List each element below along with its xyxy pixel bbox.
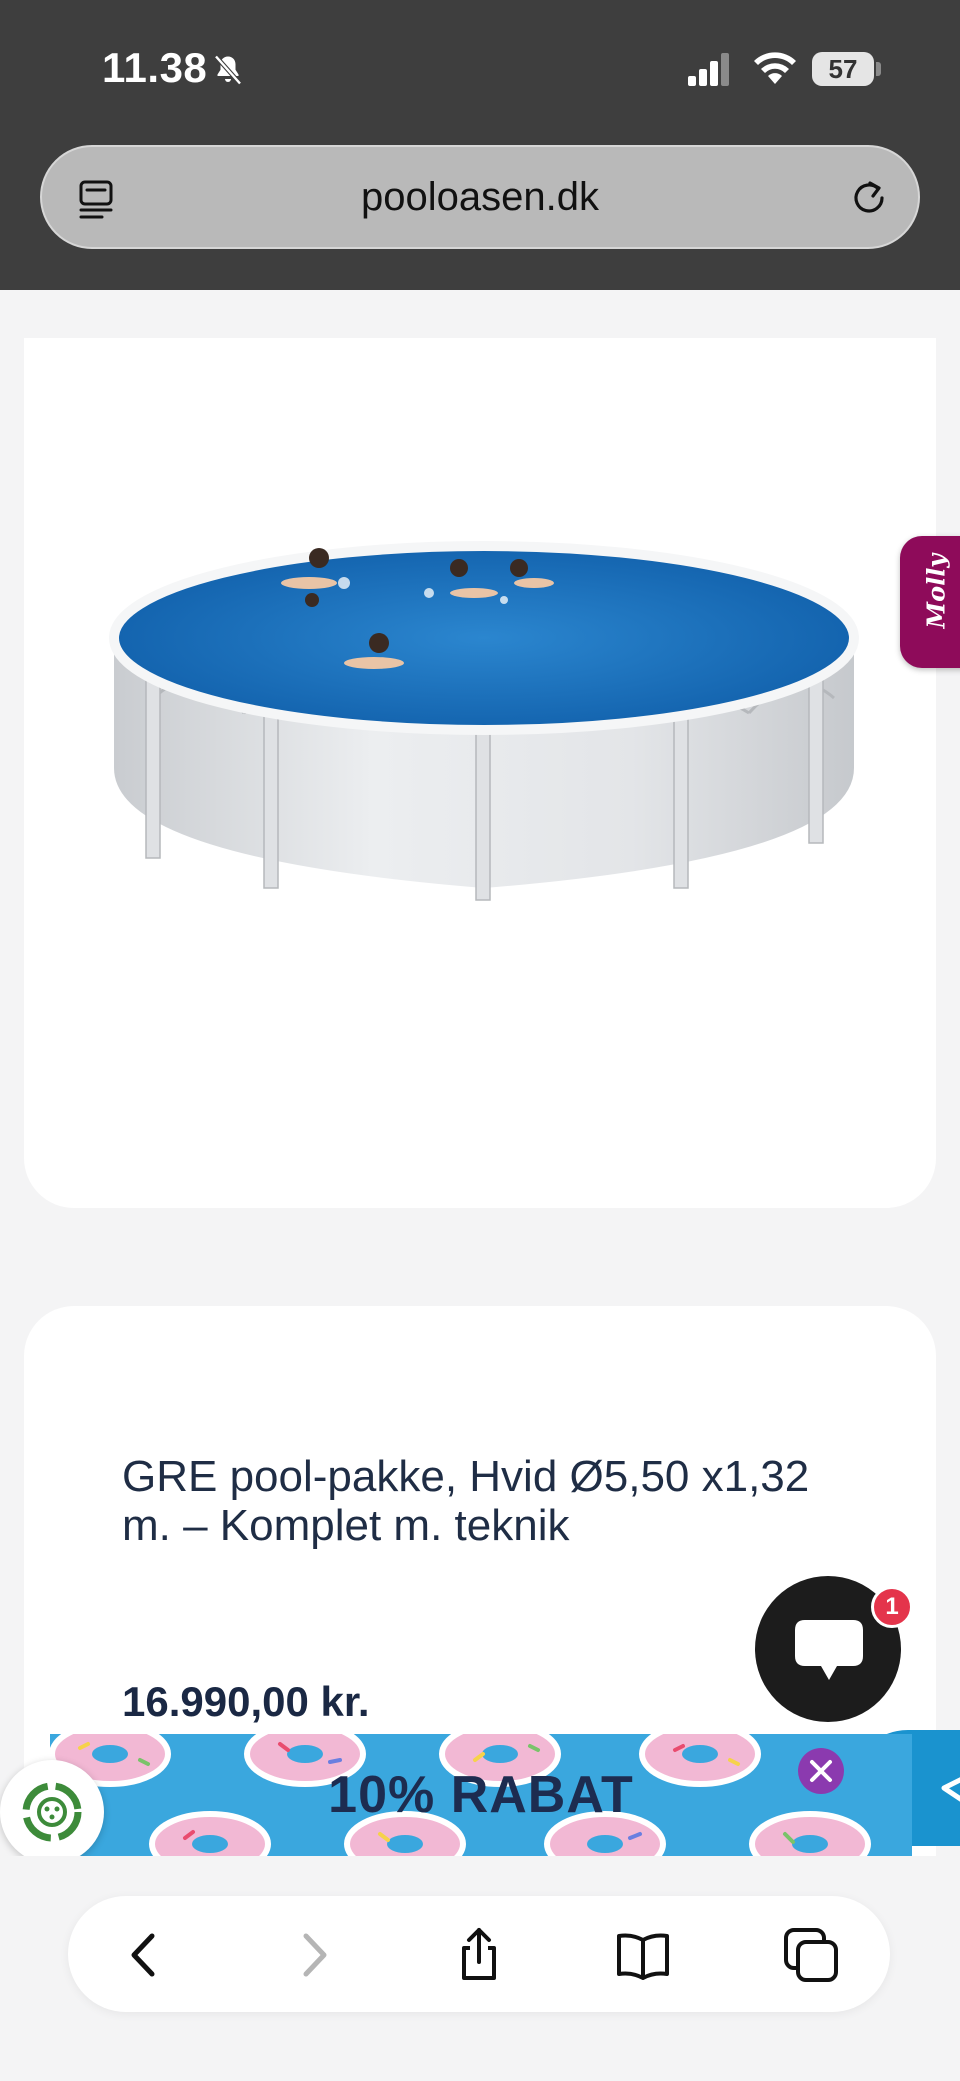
signal-icon [688,53,729,86]
bookmarks-icon[interactable] [614,1926,672,1984]
tabs-icon[interactable] [782,1926,840,1984]
status-time: 11.38 [102,44,208,91]
product-price: 16.990,00 kr. [122,1678,370,1725]
reload-icon[interactable] [846,175,892,221]
molly-label: Molly [921,553,951,629]
browser-toolbar [68,1896,890,2012]
forward-icon[interactable] [284,1926,342,1984]
product-image-card [24,338,936,1208]
send-icon [941,1777,960,1802]
url-text: pooloasen.dk [361,175,599,219]
product-image[interactable] [94,538,874,918]
share-icon[interactable] [450,1926,508,1984]
chat-bubble-icon [795,1620,863,1680]
back-icon[interactable] [116,1926,174,1984]
eco-widget-button[interactable] [0,1760,104,1864]
bell-slash-icon [214,55,242,85]
browser-top-bar: 11.38 57 pooloasen.dk [0,0,960,290]
close-icon [810,1760,832,1782]
battery-indicator: 57 [812,52,874,86]
recycle-icon [22,1782,82,1842]
banner-close-button[interactable] [798,1748,844,1794]
discount-banner[interactable]: 10% RABAT [50,1734,912,1856]
address-bar[interactable]: pooloasen.dk [40,145,920,249]
banner-text: 10% RABAT [328,1766,634,1824]
wifi-icon [754,52,796,84]
product-title: GRE pool-pakke, Hvid Ø5,50 x1,32 m. – Ko… [122,1452,810,1550]
molly-side-tab[interactable]: Molly [900,536,960,668]
chat-unread-badge: 1 [871,1586,913,1628]
battery-nub [876,62,881,76]
